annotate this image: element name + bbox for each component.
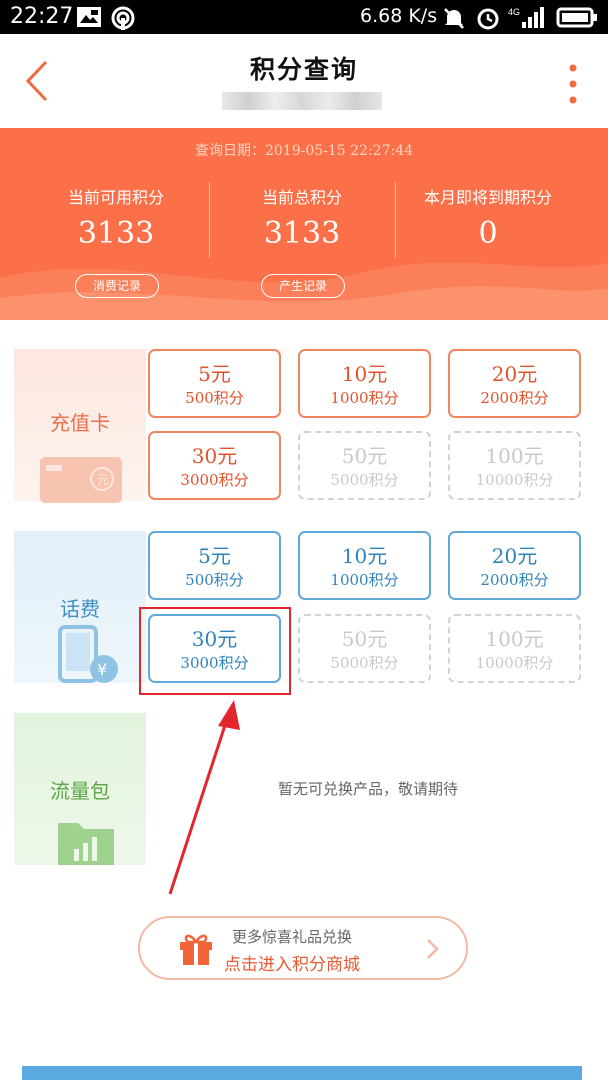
phone-bill-icon: ¥ bbox=[58, 625, 118, 683]
option-points: 5000积分 bbox=[330, 471, 399, 489]
stat-value: 3133 bbox=[77, 216, 155, 251]
option-amount: 5元 bbox=[198, 544, 231, 568]
page-title: 积分查询 bbox=[249, 55, 358, 84]
status-time: 22:27 bbox=[10, 4, 74, 29]
recharge-option-30[interactable]: 30元 3000积分 bbox=[148, 431, 281, 500]
status-bar: 22:27 6.68 K/s 4G bbox=[0, 0, 608, 34]
app-header: 积分查询 bbox=[0, 34, 608, 128]
option-points: 5000积分 bbox=[330, 654, 399, 672]
option-points: 1000积分 bbox=[330, 571, 399, 589]
stat-value: 0 bbox=[478, 216, 498, 251]
alarm-icon bbox=[477, 8, 499, 30]
chevron-right-icon bbox=[427, 939, 439, 959]
option-points: 10000积分 bbox=[475, 654, 554, 672]
stat-label: 当前可用积分 bbox=[67, 188, 164, 207]
points-mall-button[interactable]: 更多惊喜礼品兑换 点击进入积分商城 bbox=[138, 916, 468, 980]
option-amount: 100元 bbox=[485, 444, 544, 468]
mute-icon bbox=[444, 8, 464, 29]
phone-option-10[interactable]: 10元 1000积分 bbox=[298, 531, 431, 600]
recharge-option-5[interactable]: 5元 500积分 bbox=[148, 349, 281, 418]
option-points: 500积分 bbox=[185, 389, 244, 407]
option-amount: 50元 bbox=[341, 444, 388, 468]
more-vertical-icon[interactable] bbox=[566, 62, 580, 106]
stat-total-points: 当前总积分 3133 bbox=[202, 184, 402, 251]
stat-available-points: 当前可用积分 3133 bbox=[16, 184, 216, 251]
recharge-option-10[interactable]: 10元 1000积分 bbox=[298, 349, 431, 418]
masked-phone-number bbox=[222, 92, 382, 110]
option-amount: 10元 bbox=[341, 362, 388, 386]
bottom-banner-strip bbox=[22, 1066, 582, 1080]
option-amount: 20元 bbox=[491, 544, 538, 568]
phone-option-50: 50元 5000积分 bbox=[298, 614, 431, 683]
option-points: 10000积分 bbox=[475, 471, 554, 489]
phone-option-20[interactable]: 20元 2000积分 bbox=[448, 531, 581, 600]
phone-option-5[interactable]: 5元 500积分 bbox=[148, 531, 281, 600]
option-amount: 30元 bbox=[191, 444, 238, 468]
option-points: 2000积分 bbox=[480, 389, 549, 407]
hotspot-icon bbox=[111, 6, 135, 30]
svg-text:元: 元 bbox=[97, 473, 109, 487]
category-name: 话费 bbox=[60, 597, 100, 621]
option-amount: 5元 bbox=[198, 362, 231, 386]
recharge-option-100: 100元 10000积分 bbox=[448, 431, 581, 500]
points-summary-banner: 查询日期：2019-05-15 22:27:44 当前可用积分 3133 当前总… bbox=[0, 128, 608, 320]
battery-icon bbox=[556, 7, 597, 28]
data-package-icon bbox=[58, 823, 114, 865]
empty-products-text: 暂无可兑换产品，敬请期待 bbox=[277, 780, 458, 798]
option-points: 2000积分 bbox=[480, 571, 549, 589]
option-points: 1000积分 bbox=[330, 389, 399, 407]
stat-label: 当前总积分 bbox=[261, 188, 342, 207]
option-amount: 10元 bbox=[341, 544, 388, 568]
mall-subtitle: 更多惊喜礼品兑换 bbox=[232, 928, 353, 946]
option-amount: 100元 bbox=[485, 627, 544, 651]
recharge-card-icon: 元 bbox=[40, 457, 122, 503]
svg-text:4G: 4G bbox=[508, 7, 520, 17]
option-points: 500积分 bbox=[185, 571, 244, 589]
category-name: 流量包 bbox=[50, 779, 110, 803]
query-date: 查询日期：2019-05-15 22:27:44 bbox=[194, 143, 414, 159]
stat-label: 本月即将到期积分 bbox=[423, 188, 552, 207]
category-recharge-card: 充值卡 元 bbox=[14, 349, 146, 503]
network-speed: 6.68 K/s bbox=[360, 5, 438, 27]
option-points: 3000积分 bbox=[180, 471, 249, 489]
produce-record-button[interactable]: 产生记录 bbox=[261, 274, 345, 298]
phone-option-100: 100元 10000积分 bbox=[448, 614, 581, 683]
stat-value: 3133 bbox=[263, 216, 341, 251]
recharge-option-20[interactable]: 20元 2000积分 bbox=[448, 349, 581, 418]
mall-title: 点击进入积分商城 bbox=[224, 955, 360, 975]
svg-text:¥: ¥ bbox=[97, 660, 107, 679]
consume-record-button[interactable]: 消费记录 bbox=[75, 274, 159, 298]
signal-icon: 4G bbox=[508, 7, 544, 28]
category-name: 充值卡 bbox=[50, 411, 110, 435]
highlight-box bbox=[139, 607, 291, 695]
gift-icon bbox=[180, 934, 212, 965]
image-notification-icon bbox=[77, 7, 101, 27]
stat-expiring-points: 本月即将到期积分 0 bbox=[388, 184, 588, 251]
recharge-option-50: 50元 5000积分 bbox=[298, 431, 431, 500]
category-phone-bill: 话费 ¥ bbox=[14, 531, 146, 683]
category-data-package: 流量包 bbox=[14, 713, 146, 865]
option-amount: 20元 bbox=[491, 362, 538, 386]
option-amount: 50元 bbox=[341, 627, 388, 651]
